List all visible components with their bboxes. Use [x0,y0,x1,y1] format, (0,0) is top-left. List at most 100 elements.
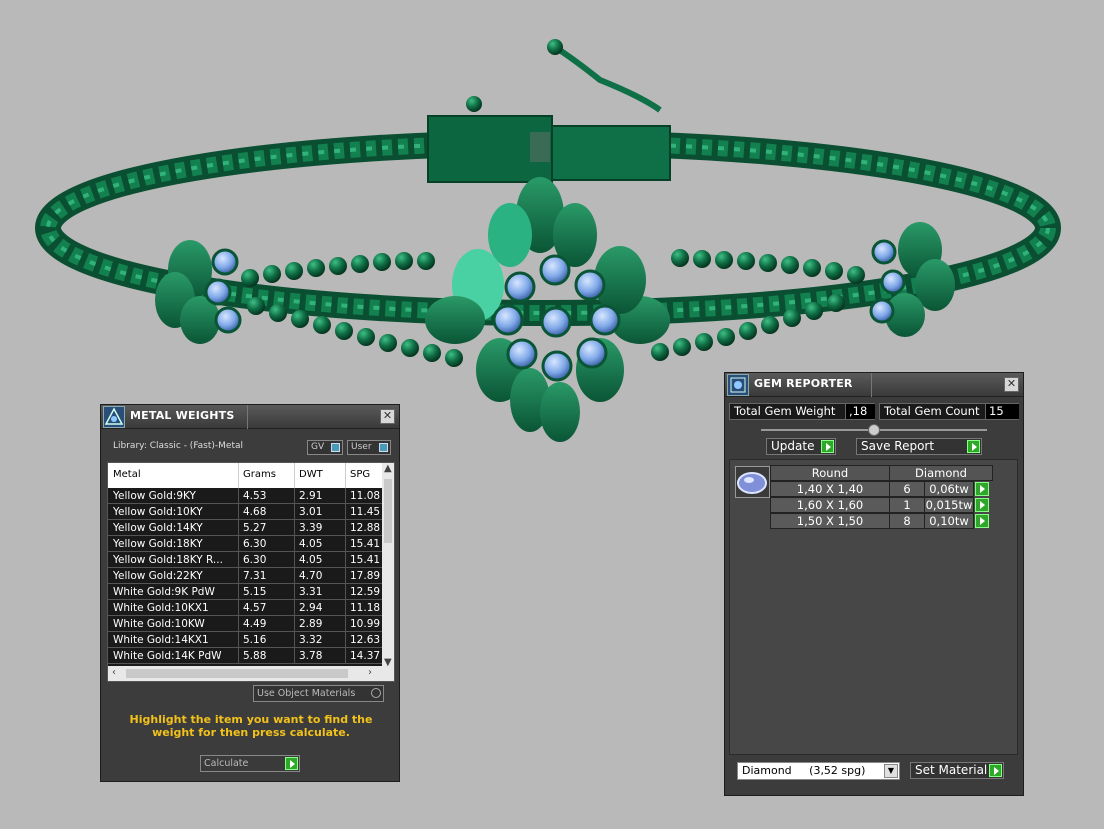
calculate-button[interactable]: Calculate [200,755,300,772]
column-header-dwt[interactable]: DWT [299,469,323,480]
close-icon[interactable]: ✕ [380,409,395,424]
column-header-spg[interactable]: SPG [350,469,370,480]
table-cell-spg: 11.45 [350,506,381,518]
vertical-scrollbar[interactable]: ▲ ▼ [382,463,394,668]
user-toggle[interactable]: User [347,440,391,455]
total-gem-weight-value: ,18 [845,404,875,419]
table-row[interactable]: White Gold:14KX1 5.16 3.32 12.63 [108,632,383,648]
metal-weights-titlebar[interactable]: METAL WEIGHTS ✕ [101,405,399,429]
gem-list: Round Diamond 1,40 X 1,40 6 0,06tw 1,60 X 1… [729,459,1018,755]
use-object-materials-toggle[interactable]: Use Object Materials [253,685,384,702]
gem-size-cell[interactable]: 1,50 X 1,50 [770,513,890,529]
table-cell-dwt: 3.39 [299,522,323,534]
table-row[interactable]: Yellow Gold:18KY 6.30 4.05 15.41 [108,536,383,552]
update-label: Update [771,439,815,453]
table-cell-grams: 5.27 [243,522,267,534]
table-cell-grams: 4.49 [243,618,267,630]
play-icon[interactable] [975,482,989,496]
table-cell-dwt: 2.91 [299,490,323,502]
table-cell-dwt: 2.89 [299,618,323,630]
horizontal-scrollbar[interactable]: ‹ › [108,666,394,681]
gem-reporter-icon [727,374,749,396]
table-cell-spg: 12.63 [350,634,381,646]
table-cell-metal: Yellow Gold:9KY [113,490,196,502]
play-icon [821,440,834,453]
table-cell-grams: 7.31 [243,570,267,582]
metal-weights-panel: METAL WEIGHTS ✕ Library: Classic - (Fast… [100,404,400,782]
gem-weight-cell[interactable]: 0,10tw [924,513,974,529]
column-header-grams[interactable]: Grams [243,469,276,480]
help-text: Highlight the item you want to find the … [129,713,373,739]
material-select-value: Diamond (3,52 spg) [742,764,866,777]
save-report-button[interactable]: Save Report [856,438,982,455]
radio-icon [371,688,381,698]
table-cell-spg: 11.08 [350,490,381,502]
close-icon[interactable]: ✕ [1004,377,1019,392]
total-gem-count: Total Gem Count 15 [879,403,1019,420]
gem-size-cell[interactable]: 1,60 X 1,60 [770,497,890,513]
total-gem-weight: Total Gem Weight ,18 [729,403,875,420]
table-row[interactable]: White Gold:10KW 4.49 2.89 10.99 [108,616,383,632]
scroll-up-icon[interactable]: ▲ [384,463,392,474]
gem-weight-cell[interactable]: 0,06tw [924,481,974,497]
center-flower [425,177,670,442]
user-toggle-label: User [351,442,372,452]
table-row[interactable]: White Gold:9K PdW 5.15 3.31 12.59 [108,584,383,600]
chevron-down-icon[interactable]: ▼ [884,764,898,778]
scroll-thumb[interactable] [126,669,348,678]
table-row[interactable]: Yellow Gold:22KY 7.31 4.70 17.89 [108,568,383,584]
table-cell-dwt: 2.94 [299,602,323,614]
play-icon[interactable] [975,498,989,512]
metal-table-body: Yellow Gold:9KY 4.53 2.91 11.08 Yellow Gold:… [108,488,383,664]
slider-handle[interactable] [868,424,880,436]
table-cell-spg: 12.88 [350,522,381,534]
table-cell-grams: 6.30 [243,554,267,566]
set-material-button[interactable]: Set Material [910,762,1004,779]
table-row[interactable]: White Gold:14K PdW 5.88 3.78 14.37 [108,648,383,664]
toggle-indicator-icon [331,443,340,452]
gem-size-cell[interactable]: 1,40 X 1,40 [770,481,890,497]
table-row[interactable]: Yellow Gold:18KY R... 6.30 4.05 15.41 [108,552,383,568]
table-row[interactable]: Yellow Gold:9KY 4.53 2.91 11.08 [108,488,383,504]
play-icon [989,764,1002,777]
library-label: Library: Classic - (Fast)-Metal [113,441,244,451]
table-cell-metal: White Gold:10KX1 [113,602,209,614]
gem-count-cell[interactable]: 1 [889,497,925,513]
gem-count-cell[interactable]: 6 [889,481,925,497]
gem-material-header: Diamond [889,465,993,481]
play-icon [285,757,298,770]
table-cell-metal: Yellow Gold:14KY [113,522,203,534]
column-header-metal[interactable]: Metal [113,469,141,480]
metal-weights-title: METAL WEIGHTS [130,409,235,422]
table-row[interactable]: Yellow Gold:10KY 4.68 3.01 11.45 [108,504,383,520]
table-cell-grams: 6.30 [243,538,267,550]
gem-reporter-title: GEM REPORTER [754,377,853,390]
gem-shape-header: Round [770,465,890,481]
gv-toggle[interactable]: GV [307,440,343,455]
table-cell-dwt: 3.01 [299,506,323,518]
table-cell-metal: White Gold:14K PdW [113,650,222,662]
gem-count-cell[interactable]: 8 [889,513,925,529]
use-object-materials-label: Use Object Materials [257,688,356,699]
save-report-label: Save Report [861,439,935,453]
table-cell-spg: 14.37 [350,650,381,662]
metal-table-header: Metal Grams DWT SPG [108,463,383,488]
play-icon [967,440,980,453]
table-cell-dwt: 4.70 [299,570,323,582]
scroll-thumb[interactable] [384,479,392,543]
table-cell-dwt: 3.78 [299,650,323,662]
update-button[interactable]: Update [766,438,836,455]
material-select[interactable]: Diamond (3,52 spg) ▼ [737,762,900,780]
gem-weight-cell[interactable]: 0,015tw [924,497,974,513]
total-gem-count-label: Total Gem Count [884,404,980,418]
metal-weights-icon [103,406,125,428]
metal-table[interactable]: Metal Grams DWT SPG Yellow Gold:9KY 4.53 2… [107,462,395,682]
table-row[interactable]: Yellow Gold:14KY 5.27 3.39 12.88 [108,520,383,536]
scroll-left-icon[interactable]: ‹ [112,667,116,678]
round-gem-icon[interactable] [735,466,770,498]
gv-toggle-label: GV [311,442,325,452]
play-icon[interactable] [975,514,989,528]
table-row[interactable]: White Gold:10KX1 4.57 2.94 11.18 [108,600,383,616]
scroll-right-icon[interactable]: › [368,667,372,678]
gem-reporter-titlebar[interactable]: GEM REPORTER ✕ [725,373,1023,397]
